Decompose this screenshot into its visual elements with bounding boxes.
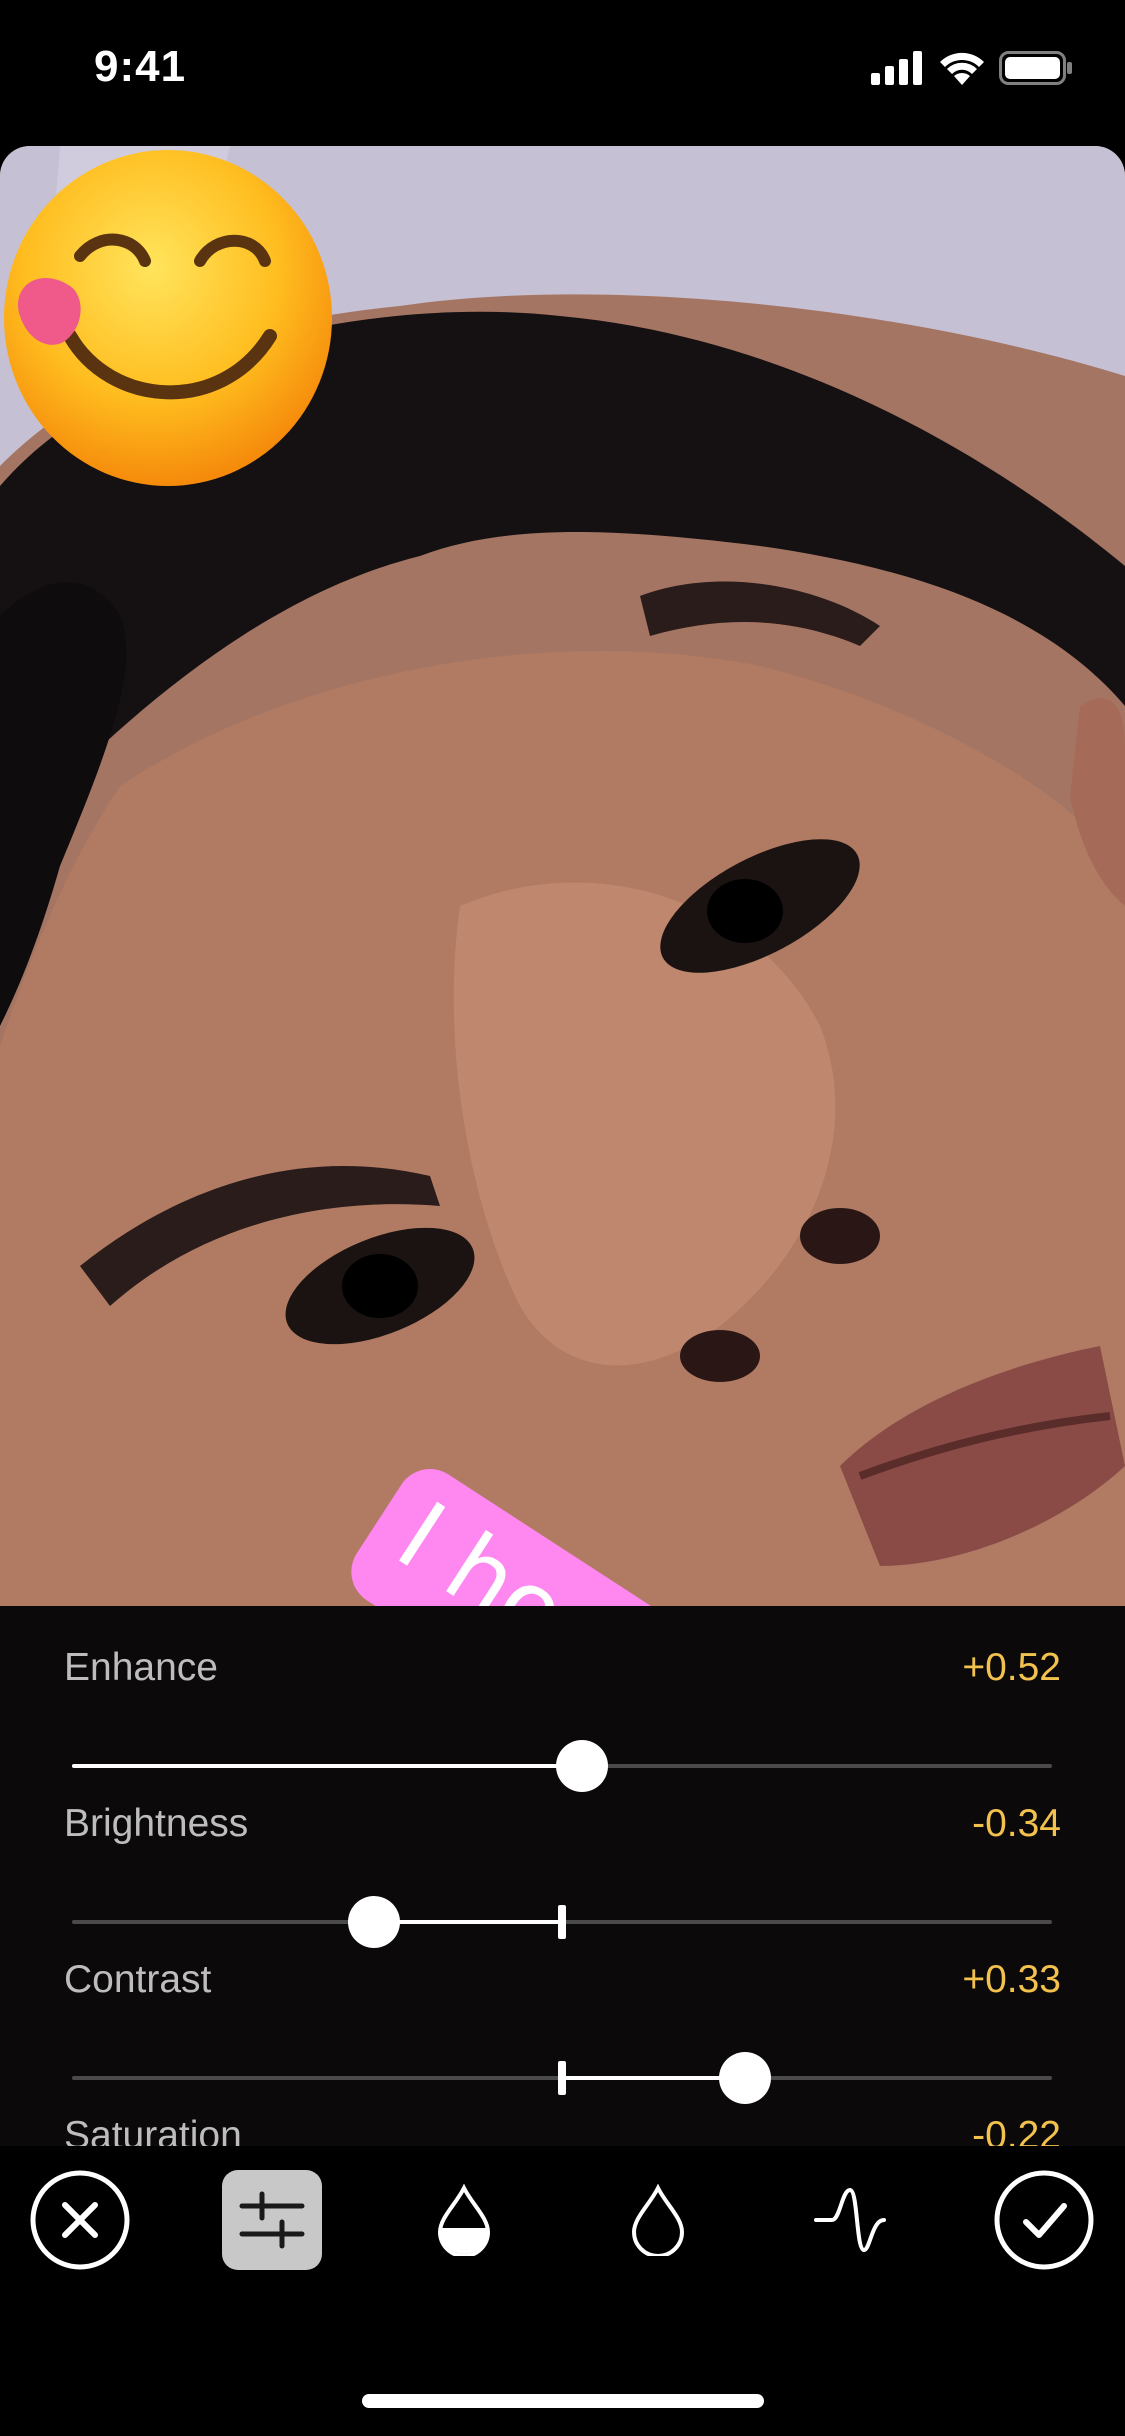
curves-tool-button[interactable] — [800, 2170, 900, 2270]
adjustment-value: +0.52 — [962, 1646, 1061, 1689]
slider-fill — [562, 2076, 745, 2080]
adjustment-value: -0.34 — [972, 1802, 1061, 1845]
cellular-signal-icon — [871, 51, 922, 85]
checkmark-circle-icon — [994, 2170, 1094, 2270]
wifi-icon — [940, 52, 984, 85]
done-button[interactable] — [994, 2170, 1094, 2270]
status-bar: 9:41 — [0, 0, 1125, 140]
color-tool-button[interactable] — [608, 2170, 708, 2270]
adjust-tool-button[interactable] — [222, 2170, 322, 2270]
slider-knob[interactable] — [555, 1740, 608, 1792]
slider-fill — [72, 1764, 582, 1768]
cancel-button[interactable] — [30, 2170, 130, 2270]
close-circle-icon — [30, 2170, 130, 2270]
adjustment-brightness: Brightness -0.34 — [0, 1802, 1125, 1952]
adjustment-label: Brightness — [64, 1802, 249, 1845]
adjustment-saturation: Saturation -0.22 — [0, 2114, 1125, 2146]
status-icons — [871, 48, 1073, 88]
status-time: 9:41 — [94, 42, 187, 91]
battery-icon — [999, 51, 1072, 85]
adjustment-label: Saturation — [64, 2114, 242, 2146]
adjustment-label: Enhance — [64, 1646, 218, 1689]
curve-icon — [814, 2187, 886, 2253]
adjustment-value: +0.33 — [962, 1958, 1061, 2001]
emoji-sticker[interactable] — [0, 146, 336, 490]
half-drop-icon — [437, 2184, 491, 2256]
adjustment-enhance: Enhance +0.52 — [0, 1646, 1125, 1796]
drop-icon — [631, 2184, 685, 2256]
tone-tool-button[interactable] — [414, 2170, 514, 2270]
adjustment-contrast: Contrast +0.33 — [0, 1958, 1125, 2108]
edit-toolbar — [0, 2146, 1125, 2296]
home-indicator[interactable] — [362, 2394, 764, 2408]
adjustment-label: Contrast — [64, 1958, 212, 2001]
slider-knob[interactable] — [718, 2052, 771, 2104]
adjustments-panel: Enhance +0.52 Brightness -0.34 Contrast … — [0, 1606, 1125, 2146]
sliders-icon — [239, 2191, 305, 2249]
adjustment-value: -0.22 — [972, 2114, 1061, 2146]
slider-knob[interactable] — [347, 1896, 400, 1948]
slider-fill — [373, 1920, 562, 1924]
photo-canvas[interactable]: I hope we will, too — [0, 146, 1125, 1606]
